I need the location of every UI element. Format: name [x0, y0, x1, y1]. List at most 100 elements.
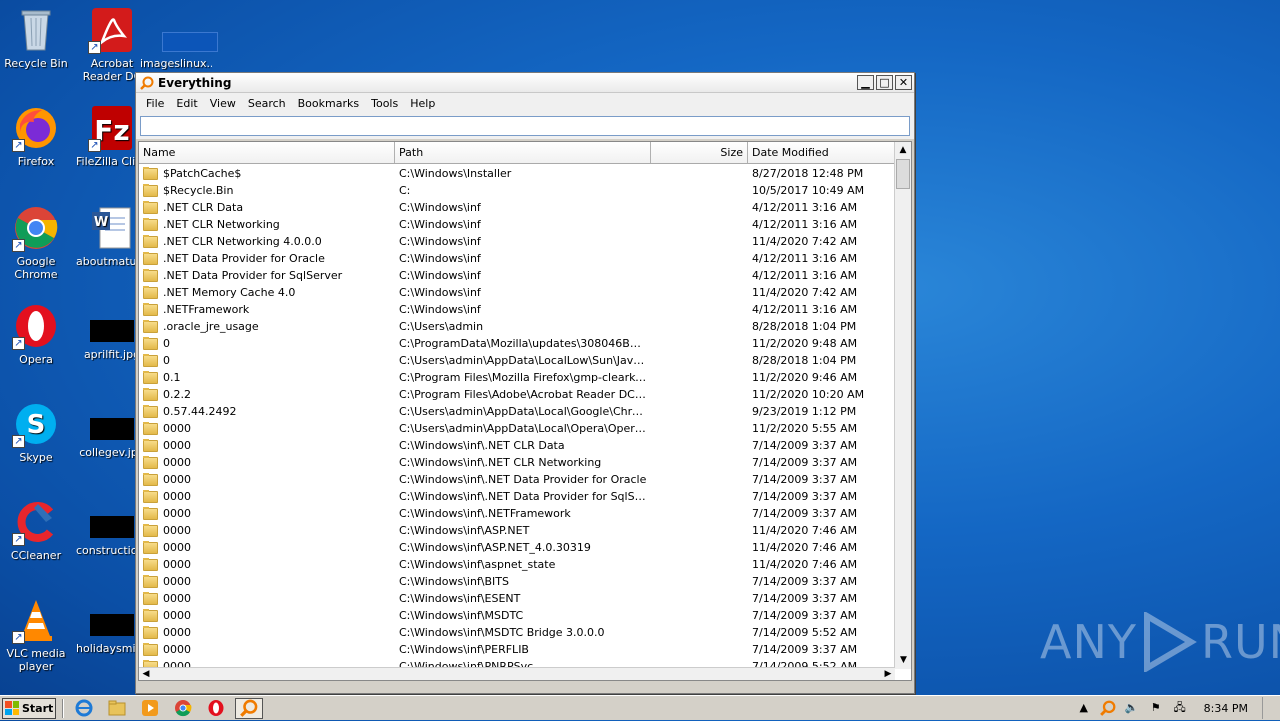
- shortcut-arrow-icon: ↗: [12, 239, 25, 252]
- scroll-up-icon[interactable]: ▲: [895, 142, 911, 159]
- scroll-left-icon[interactable]: ◀: [139, 668, 153, 680]
- desktop-icon-ccleaner[interactable]: ↗ CCleaner: [0, 498, 72, 562]
- table-row[interactable]: 0000 C:\Windows\inf\.NET Data Provider fo…: [139, 471, 895, 488]
- taskbar-explorer[interactable]: [103, 698, 131, 719]
- table-row[interactable]: 0 C:\ProgramData\Mozilla\updates\308046B0…: [139, 335, 895, 352]
- taskbar-media-player[interactable]: [136, 698, 164, 719]
- table-row[interactable]: 0000 C:\Windows\inf\aspnet_state 11/4/2020…: [139, 556, 895, 573]
- desktop-icon-recycle-bin[interactable]: Recycle Bin: [0, 6, 72, 70]
- taskbar-opera[interactable]: [202, 698, 230, 719]
- menu-help[interactable]: Help: [404, 97, 441, 110]
- cell-name: $Recycle.Bin: [139, 184, 395, 197]
- menu-edit[interactable]: Edit: [170, 97, 203, 110]
- column-header-date-modified[interactable]: Date Modified: [748, 142, 895, 163]
- horizontal-scrollbar[interactable]: ◀ ▶: [139, 667, 895, 680]
- cell-name: 0.57.44.2492: [139, 405, 395, 418]
- menu-bookmarks[interactable]: Bookmarks: [292, 97, 365, 110]
- close-button[interactable]: ✕: [895, 75, 912, 90]
- cell-date-modified: 4/12/2011 3:16 AM: [752, 303, 858, 316]
- table-row[interactable]: 0000 C:\Windows\inf\MSDTC Bridge 3.0.0.0 7…: [139, 624, 895, 641]
- table-row[interactable]: .NET CLR Networking 4.0.0.0 C:\Windows\in…: [139, 233, 895, 250]
- table-row[interactable]: .NET Data Provider for SqlServer C:\Windo…: [139, 267, 895, 284]
- start-button[interactable]: Start: [2, 697, 56, 719]
- cell-date-modified: 11/2/2020 9:46 AM: [752, 371, 858, 384]
- folder-icon: [108, 700, 126, 716]
- desktop-icon-imageslinux[interactable]: imageslinux....: [140, 6, 218, 70]
- network-icon[interactable]: 🖧: [1172, 700, 1188, 716]
- table-row[interactable]: 0000 C:\Windows\inf\.NET Data Provider fo…: [139, 488, 895, 505]
- cell-date-modified: 11/4/2020 7:42 AM: [752, 286, 858, 299]
- menu-tools[interactable]: Tools: [365, 97, 404, 110]
- table-row[interactable]: .NET Data Provider for Oracle C:\Windows\…: [139, 250, 895, 267]
- action-center-flag-icon[interactable]: ⚑: [1148, 700, 1164, 716]
- table-row[interactable]: 0000 C:\Windows\inf\PERFLIB 7/14/2009 3:37…: [139, 641, 895, 658]
- cell-name-text: .NET Data Provider for SqlServer: [163, 269, 343, 282]
- cell-name-text: 0000: [163, 524, 191, 537]
- redacted-thumbnail: [90, 418, 134, 440]
- scroll-down-icon[interactable]: ▼: [895, 652, 912, 669]
- cell-path: C:\Users\admin: [399, 320, 484, 333]
- cell-name-text: $PatchCache$: [163, 167, 242, 180]
- desktop-icon-opera[interactable]: ↗ Opera: [0, 302, 72, 366]
- cell-name-text: 0000: [163, 456, 191, 469]
- desktop-icon-google-chrome[interactable]: ↗ Google Chrome: [0, 204, 72, 281]
- tray-expand-icon[interactable]: ▲: [1076, 700, 1092, 716]
- cell-path: C:\Windows\inf\MSDTC Bridge 3.0.0.0: [399, 626, 605, 639]
- table-row[interactable]: .NET CLR Data C:\Windows\inf 4/12/2011 3:1…: [139, 199, 895, 216]
- column-header-row: Name Path Size Date Modified: [139, 142, 911, 164]
- cell-date-modified: 7/14/2009 3:37 AM: [752, 592, 858, 605]
- taskbar-everything[interactable]: [235, 697, 263, 719]
- table-row[interactable]: 0000 C:\Windows\inf\.NETFramework 7/14/200…: [139, 505, 895, 522]
- folder-icon: [143, 558, 158, 571]
- taskbar-ie[interactable]: [70, 698, 98, 719]
- table-row[interactable]: 0000 C:\Windows\inf\.NET CLR Data 7/14/200…: [139, 437, 895, 454]
- results-list: Name Path Size Date Modified $PatchCache…: [138, 141, 912, 681]
- maximize-icon: □: [879, 76, 890, 89]
- taskbar-chrome[interactable]: [169, 698, 197, 719]
- show-desktop-button[interactable]: [1262, 697, 1272, 719]
- scroll-thumb[interactable]: [896, 159, 910, 189]
- vertical-scrollbar[interactable]: ▲ ▼: [894, 142, 911, 669]
- column-header-path[interactable]: Path: [395, 142, 651, 163]
- cell-path: C:\Windows\inf\MSDTC: [399, 609, 524, 622]
- table-row[interactable]: 0.2.2 C:\Program Files\Adobe\Acrobat Read…: [139, 386, 895, 403]
- column-header-name[interactable]: Name: [139, 142, 395, 163]
- desktop-icon-skype[interactable]: S ↗ Skype: [0, 400, 72, 464]
- volume-icon[interactable]: 🔈: [1124, 700, 1140, 716]
- table-row[interactable]: 0000 C:\Windows\inf\.NET CLR Networking 7/…: [139, 454, 895, 471]
- table-row[interactable]: 0000 C:\Windows\inf\ASP.NET_4.0.30319 11/4…: [139, 539, 895, 556]
- column-header-size[interactable]: Size: [651, 142, 748, 163]
- table-row[interactable]: .NET Memory Cache 4.0 C:\Windows\inf 11/4/…: [139, 284, 895, 301]
- menu-view[interactable]: View: [204, 97, 242, 110]
- cell-date-modified: 8/28/2018 1:04 PM: [752, 354, 857, 367]
- table-row[interactable]: 0000 C:\Windows\inf\BITS 7/14/2009 3:37 AM: [139, 573, 895, 590]
- table-row[interactable]: .oracle_jre_usage C:\Users\admin 8/28/2018…: [139, 318, 895, 335]
- maximize-button[interactable]: □: [876, 75, 893, 90]
- table-row[interactable]: 0000 C:\Users\admin\AppData\Local\Opera\O…: [139, 420, 895, 437]
- desktop-icon-firefox[interactable]: ↗ Firefox: [0, 104, 72, 168]
- table-row[interactable]: 0.1 C:\Program Files\Mozilla Firefox\gmp-…: [139, 369, 895, 386]
- table-row[interactable]: $PatchCache$ C:\Windows\Installer 8/27/201…: [139, 165, 895, 182]
- minimize-button[interactable]: ▁: [857, 75, 874, 90]
- table-row[interactable]: 0000 C:\Windows\inf\ASP.NET 11/4/2020 7:46…: [139, 522, 895, 539]
- window-titlebar[interactable]: Everything ▁ □ ✕: [136, 73, 914, 93]
- folder-icon: [143, 252, 158, 265]
- table-row[interactable]: $Recycle.Bin C: 10/5/2017 10:49 AM: [139, 182, 895, 199]
- table-row[interactable]: 0000 C:\Windows\inf\MSDTC 7/14/2009 3:37 A…: [139, 607, 895, 624]
- menu-file[interactable]: File: [140, 97, 170, 110]
- table-row[interactable]: .NET CLR Networking C:\Windows\inf 4/12/20…: [139, 216, 895, 233]
- table-row[interactable]: 0.57.44.2492 C:\Users\admin\AppData\Local…: [139, 403, 895, 420]
- menu-search[interactable]: Search: [242, 97, 292, 110]
- table-row[interactable]: 0 C:\Users\admin\AppData\LocalLow\Sun\Jav…: [139, 352, 895, 369]
- cell-path: C:\Windows\inf\aspnet_state: [399, 558, 556, 571]
- table-row[interactable]: 0000 C:\Windows\inf\ESENT 7/14/2009 3:37 A…: [139, 590, 895, 607]
- table-row[interactable]: .NETFramework C:\Windows\inf 4/12/2011 3:1…: [139, 301, 895, 318]
- scroll-right-icon[interactable]: ▶: [881, 668, 895, 680]
- magnifier-icon: [240, 699, 258, 717]
- taskbar-clock[interactable]: 8:34 PM: [1204, 702, 1248, 715]
- cell-name: .NET CLR Networking 4.0.0.0: [139, 235, 395, 248]
- desktop-icon-vlc[interactable]: ↗ VLC media player: [0, 596, 72, 673]
- search-input[interactable]: [140, 116, 910, 136]
- tray-everything-icon[interactable]: [1099, 700, 1116, 716]
- search-row: [136, 113, 914, 139]
